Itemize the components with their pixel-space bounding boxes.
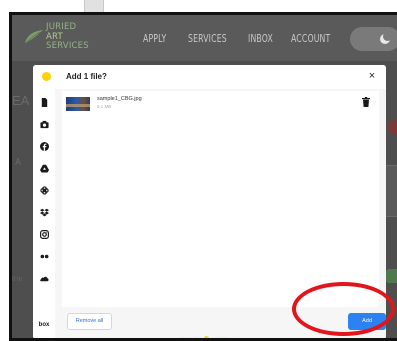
facebook-icon xyxy=(39,141,49,151)
dropbox-icon xyxy=(39,208,49,216)
box-source-button[interactable]: box xyxy=(36,317,52,333)
add-button[interactable]: Add xyxy=(348,313,386,330)
screenshot-stage: JURIED ART SERVICES APPLY SERVICES INBOX… xyxy=(0,0,397,341)
logo-line-3: SERVICES xyxy=(46,41,89,51)
camera-source-button[interactable] xyxy=(36,116,52,132)
remove-all-button[interactable]: Remove all xyxy=(67,313,112,330)
google-drive-source-button[interactable] xyxy=(36,160,52,176)
moon-icon xyxy=(380,32,392,44)
file-list-item[interactable]: sample1_CBG.jpg 5.1 MB xyxy=(62,91,379,115)
app-window: JURIED ART SERVICES APPLY SERVICES INBOX… xyxy=(9,12,397,341)
background-text-fragment: EA xyxy=(12,93,30,108)
facebook-source-button[interactable] xyxy=(36,138,52,154)
uploadcare-small-icon xyxy=(203,336,209,338)
nav-apply[interactable]: APPLY xyxy=(143,33,166,45)
file-name: sample1_CBG.jpg xyxy=(97,96,142,102)
onedrive-source-button[interactable] xyxy=(36,270,52,286)
google-drive-icon xyxy=(39,164,49,172)
dialog-header: Add 1 file? × xyxy=(33,65,386,89)
powered-by-footer[interactable]: powered by uploadcare xyxy=(12,336,397,341)
background-button xyxy=(386,269,397,283)
logo-leaf-icon xyxy=(25,30,43,43)
source-sidebar: box xyxy=(33,89,55,338)
powered-by-prefix: powered by xyxy=(178,336,202,341)
background-text-fragment: A xyxy=(15,157,22,167)
file-icon xyxy=(41,97,47,107)
dropbox-source-button[interactable] xyxy=(36,204,52,220)
background-badge xyxy=(388,119,397,135)
dialog-title: Add 1 file? xyxy=(66,72,107,81)
file-size: 5.1 MB xyxy=(97,104,112,109)
upload-dialog: Add 1 file? × box sample1_CBG.jpg 5.1 MB… xyxy=(33,65,386,338)
background-text-fragment: 0 In xyxy=(12,277,23,283)
camera-icon xyxy=(39,120,49,128)
site-logo[interactable]: JURIED ART SERVICES xyxy=(24,22,104,53)
trash-icon[interactable] xyxy=(362,97,370,107)
dialog-footer: Remove all Add xyxy=(55,307,386,338)
instagram-source-button[interactable] xyxy=(36,226,52,242)
logo-wordmark: JURIED ART SERVICES xyxy=(46,22,89,52)
uploadcare-logo-icon xyxy=(42,72,51,81)
box-icon: box xyxy=(38,322,50,328)
dark-mode-toggle[interactable] xyxy=(350,27,397,51)
powered-by-brand: uploadcare xyxy=(211,336,234,341)
instagram-icon xyxy=(39,229,49,239)
nav-services[interactable]: SERVICES xyxy=(188,33,227,45)
nav-account[interactable]: ACCOUNT xyxy=(291,33,330,45)
google-photos-icon xyxy=(39,185,49,195)
device-source-button[interactable] xyxy=(36,94,52,110)
file-list-panel: sample1_CBG.jpg 5.1 MB xyxy=(62,91,379,307)
flickr-icon xyxy=(40,254,48,258)
flickr-source-button[interactable] xyxy=(36,248,52,264)
close-button[interactable]: × xyxy=(365,69,379,83)
file-thumbnail xyxy=(66,97,90,111)
onedrive-icon xyxy=(39,276,49,281)
nav-inbox[interactable]: INBOX xyxy=(248,33,273,45)
site-header: JURIED ART SERVICES APPLY SERVICES INBOX… xyxy=(12,15,397,61)
google-photos-source-button[interactable] xyxy=(36,182,52,198)
